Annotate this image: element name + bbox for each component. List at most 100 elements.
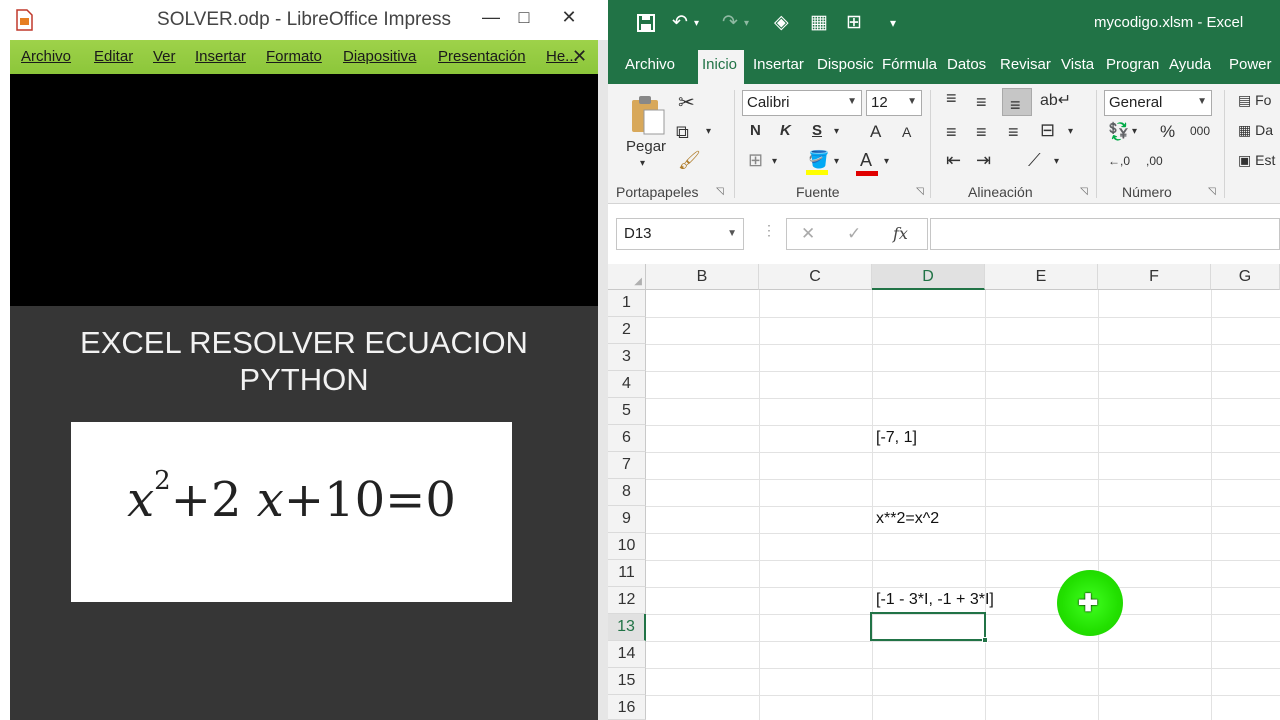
tab-formulas[interactable]: Fórmula <box>882 56 939 73</box>
tab-ayuda[interactable]: Ayuda <box>1169 56 1211 73</box>
tab-power[interactable]: Power <box>1229 56 1280 73</box>
row-header-11[interactable]: 11 <box>608 560 646 587</box>
tab-inicio[interactable]: Inicio <box>698 50 744 84</box>
merge-dropdown-icon[interactable]: ▾ <box>1068 126 1073 137</box>
menu-editar[interactable]: Editar <box>94 48 133 65</box>
row-header-14[interactable]: 14 <box>608 641 646 668</box>
merge-center-icon[interactable]: ⊟ <box>1040 120 1055 141</box>
row-header-8[interactable]: 8 <box>608 479 646 506</box>
decrease-decimal-button[interactable]: ,00 <box>1146 154 1163 168</box>
bold-button[interactable]: N <box>750 122 761 139</box>
paste-icon[interactable] <box>628 94 668 136</box>
format-painter-icon[interactable]: ◈ <box>774 11 789 34</box>
copy-dropdown-icon[interactable]: ▾ <box>706 126 711 137</box>
formula-image[interactable]: x2+2 x+10=0 <box>71 422 512 602</box>
row-header-3[interactable]: 3 <box>608 344 646 371</box>
row-header-16[interactable]: 16 <box>608 695 646 720</box>
format-painter-icon[interactable]: 🖌 <box>678 150 701 171</box>
tab-programador[interactable]: Progran <box>1106 56 1162 73</box>
lo-titlebar[interactable]: SOLVER.odp - LibreOffice Impress — □ ✕ <box>0 0 608 40</box>
formula-input[interactable] <box>930 218 1280 250</box>
insert-function-button[interactable]: fx <box>893 224 908 243</box>
increase-indent-icon[interactable]: ⇥ <box>976 150 991 171</box>
row-header-2[interactable]: 2 <box>608 317 646 344</box>
align-middle-icon[interactable]: ≡ <box>976 92 987 113</box>
fill-color-button[interactable]: 🪣 <box>806 150 830 175</box>
menu-insertar[interactable]: Insertar <box>195 48 246 65</box>
orientation-dropdown-icon[interactable]: ▾ <box>1054 156 1059 167</box>
row-header-4[interactable]: 4 <box>608 371 646 398</box>
font-color-button[interactable]: A <box>856 150 880 176</box>
format-as-table-button[interactable]: ▦ Da <box>1238 122 1273 139</box>
pivot-icon[interactable]: ⊞ <box>846 11 862 34</box>
percent-button[interactable]: % <box>1160 122 1175 142</box>
font-size-combo[interactable]: 12 ▼ <box>866 90 922 116</box>
currency-icon[interactable]: 💱 <box>1108 122 1129 142</box>
fill-dropdown-icon[interactable]: ▾ <box>834 156 839 167</box>
borders-icon[interactable]: ⊞ <box>748 150 763 171</box>
cut-icon[interactable]: ✂ <box>678 90 695 115</box>
align-right-icon[interactable]: ≡ <box>1008 122 1019 143</box>
minimize-button[interactable]: — <box>474 6 508 28</box>
tab-disposicion[interactable]: Disposic <box>817 56 878 73</box>
align-center-icon[interactable]: ≡ <box>976 122 987 143</box>
wrap-text-icon[interactable]: ab↵ <box>1040 90 1071 110</box>
underline-dropdown-icon[interactable]: ▾ <box>834 126 839 137</box>
menu-archivo[interactable]: Archivo <box>21 48 71 65</box>
spreadsheet-grid[interactable]: ◢ B C D E F G 1 2 3 4 5 6 7 8 9 10 11 12… <box>608 264 1280 720</box>
align-top-icon[interactable]: ≡ <box>946 88 957 109</box>
shrink-font-button[interactable]: A <box>902 124 911 140</box>
column-header-e[interactable]: E <box>985 264 1098 290</box>
undo-icon[interactable]: ↶ <box>672 11 688 34</box>
thousands-button[interactable]: 000 <box>1190 124 1210 138</box>
undo-dropdown-icon[interactable]: ▾ <box>694 18 699 29</box>
number-format-combo[interactable]: General ▼ <box>1104 90 1212 116</box>
fill-handle[interactable] <box>982 637 988 643</box>
menu-presentacion[interactable]: Presentación <box>438 48 526 65</box>
menu-ver[interactable]: Ver <box>153 48 176 65</box>
row-header-15[interactable]: 15 <box>608 668 646 695</box>
column-header-g[interactable]: G <box>1211 264 1280 290</box>
font-color-dropdown-icon[interactable]: ▾ <box>884 156 889 167</box>
row-header-10[interactable]: 10 <box>608 533 646 560</box>
borders-dropdown-icon[interactable]: ▾ <box>772 156 777 167</box>
save-icon[interactable] <box>636 13 656 33</box>
customize-icon[interactable]: ▾ <box>890 16 896 30</box>
column-header-f[interactable]: F <box>1098 264 1211 290</box>
alignment-launcher-icon[interactable]: ◹ <box>1080 186 1088 197</box>
menu-formato[interactable]: Formato <box>266 48 322 65</box>
row-header-7[interactable]: 7 <box>608 452 646 479</box>
tab-vista[interactable]: Vista <box>1061 56 1094 73</box>
lo-scrollbar[interactable] <box>598 40 608 720</box>
menu-diapositiva[interactable]: Diapositiva <box>343 48 416 65</box>
name-box[interactable]: D13 ▼ <box>616 218 744 250</box>
row-header-1[interactable]: 1 <box>608 290 646 317</box>
font-launcher-icon[interactable]: ◹ <box>916 186 924 197</box>
decrease-indent-icon[interactable]: ⇤ <box>946 150 961 171</box>
cancel-button[interactable]: ✕ <box>801 224 815 244</box>
column-header-d[interactable]: D <box>872 264 985 290</box>
align-bottom-button[interactable]: ≡ <box>1002 88 1032 116</box>
paste-label[interactable]: Pegar <box>626 138 666 155</box>
grow-font-button[interactable]: A <box>870 122 881 142</box>
close-button[interactable]: ✕ <box>552 6 586 28</box>
select-all-corner[interactable]: ◢ <box>608 264 646 290</box>
row-header-6[interactable]: 6 <box>608 425 646 452</box>
italic-button[interactable]: K <box>780 122 791 139</box>
cell-d9[interactable]: x**2=x^2 <box>872 506 939 533</box>
clipboard-launcher-icon[interactable]: ◹ <box>716 186 724 197</box>
row-header-9[interactable]: 9 <box>608 506 646 533</box>
tab-revisar[interactable]: Revisar <box>1000 56 1051 73</box>
row-header-5[interactable]: 5 <box>608 398 646 425</box>
currency-dropdown-icon[interactable]: ▾ <box>1132 126 1137 137</box>
xl-titlebar[interactable]: ↶ ▾ ↷ ▾ ◈ ▦ ⊞ ▾ mycodigo.xlsm - Excel <box>608 0 1280 46</box>
row-header-13[interactable]: 13 <box>608 614 646 641</box>
cell-styles-button[interactable]: ▣ Est <box>1238 152 1275 169</box>
resize-handle-icon[interactable]: ⋮ <box>762 222 776 239</box>
row-header-12[interactable]: 12 <box>608 587 646 614</box>
table-icon[interactable]: ▦ <box>810 11 828 34</box>
align-left-icon[interactable]: ≡ <box>946 122 957 143</box>
number-launcher-icon[interactable]: ◹ <box>1208 186 1216 197</box>
cell-d12[interactable]: [-1 - 3*I, -1 + 3*I] <box>872 587 994 614</box>
orientation-icon[interactable]: ⟋ <box>1028 150 1041 171</box>
